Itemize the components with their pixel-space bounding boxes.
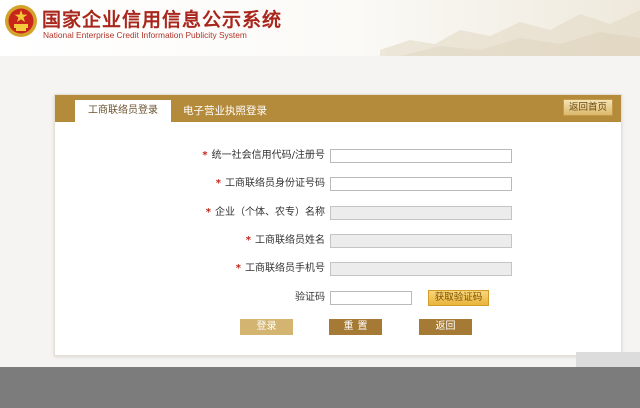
form-row-captcha: 验证码 获取验证码	[55, 290, 621, 306]
captcha-label: 验证码	[295, 292, 325, 303]
login-button[interactable]: 登录	[240, 319, 293, 335]
form-row-liaison-name: * 工商联络员姓名	[55, 234, 621, 248]
form-row-liaison-phone: * 工商联络员手机号	[55, 262, 621, 276]
form-row-company-name: * 企业（个体、农专）名称	[55, 206, 621, 220]
required-mark: *	[215, 178, 221, 189]
required-mark: *	[202, 150, 208, 161]
return-home-button[interactable]: 返回首页	[563, 99, 613, 116]
tab-e-license-login[interactable]: 电子营业执照登录	[183, 100, 267, 122]
form-row-credit-code: * 统一社会信用代码/注册号	[55, 149, 621, 163]
back-button[interactable]: 返回	[419, 319, 472, 335]
id-number-label: * 工商联络员身份证号码	[215, 178, 325, 189]
form-row-id-number: * 工商联络员身份证号码	[55, 177, 621, 191]
credit-code-label: * 统一社会信用代码/注册号	[202, 150, 325, 161]
site-title: 国家企业信用信息公示系统	[42, 9, 283, 31]
required-mark: *	[245, 235, 251, 246]
great-wall-decoration	[380, 10, 640, 56]
login-panel: 工商联络员登录 电子营业执照登录 返回首页 * 统一社会信用代码/注册号 * 工商联…	[54, 94, 622, 356]
bottom-overlay-bar	[0, 367, 640, 408]
reset-button[interactable]: 重置	[329, 319, 382, 335]
company-name-label: * 企业（个体、农专）名称	[205, 207, 325, 218]
credit-code-input[interactable]	[330, 149, 512, 163]
liaison-name-input	[330, 234, 512, 248]
tab-liaison-login[interactable]: 工商联络员登录	[75, 100, 171, 122]
liaison-phone-input	[330, 262, 512, 276]
tab-bar: 工商联络员登录 电子营业执照登录 返回首页	[55, 95, 621, 122]
national-emblem-icon	[5, 5, 37, 37]
company-name-input	[330, 206, 512, 220]
bottom-overlay-notch	[576, 352, 640, 368]
captcha-input[interactable]	[330, 291, 412, 305]
liaison-phone-label: * 工商联络员手机号	[235, 263, 325, 274]
get-captcha-button[interactable]: 获取验证码	[428, 290, 489, 306]
required-mark: *	[205, 207, 211, 218]
id-number-input[interactable]	[330, 177, 512, 191]
liaison-name-label: * 工商联络员姓名	[245, 235, 325, 246]
site-subtitle: National Enterprise Credit Information P…	[43, 30, 247, 40]
site-header: 国家企业信用信息公示系统 National Enterprise Credit …	[0, 0, 640, 56]
required-mark: *	[235, 263, 241, 274]
